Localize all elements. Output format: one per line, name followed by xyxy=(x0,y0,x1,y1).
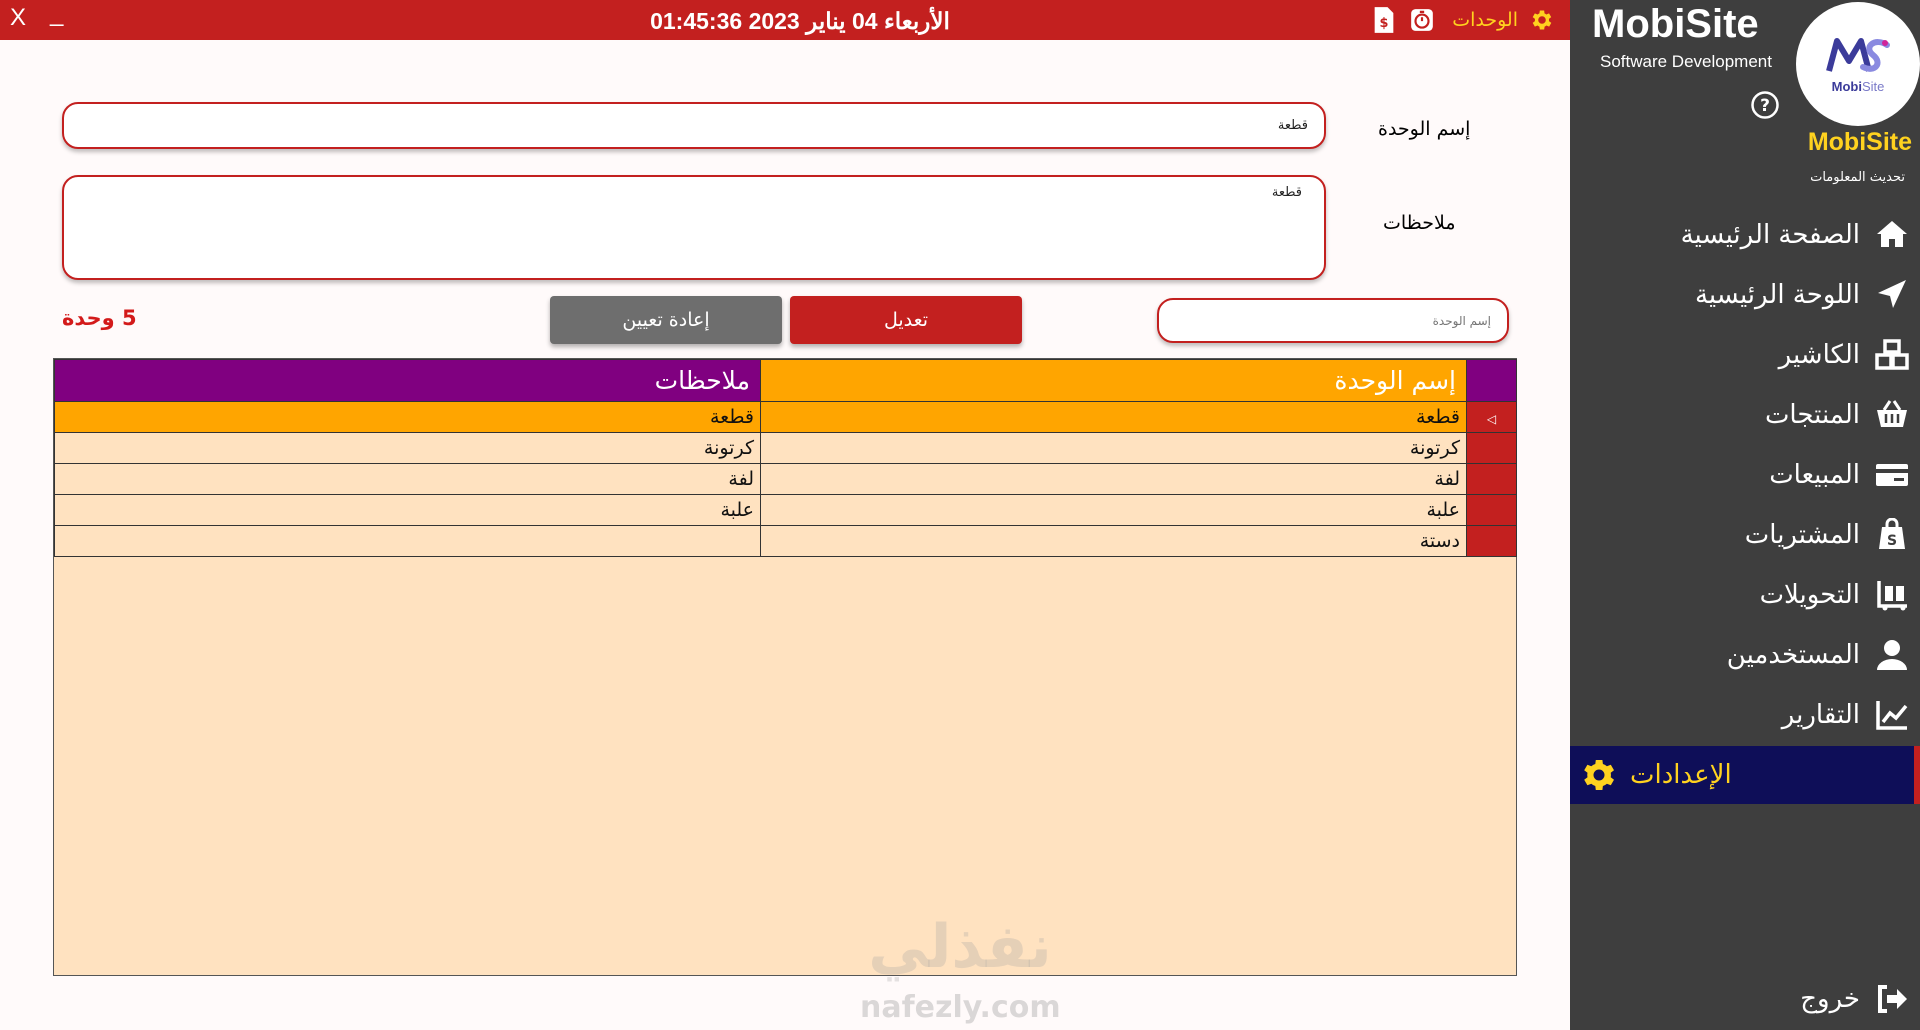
cell-unit-name[interactable]: دستة xyxy=(760,525,1467,557)
svg-text:$: $ xyxy=(1380,16,1389,31)
sidebar-item-shopping-bag[interactable]: S المشتريات xyxy=(1570,506,1920,564)
row-pointer-icon: ◁ xyxy=(1486,412,1497,426)
boxes-icon xyxy=(1872,335,1912,375)
sidebar-item-boxes[interactable]: الكاشير xyxy=(1570,326,1920,384)
help-icon[interactable]: ? xyxy=(1750,90,1780,120)
price-document-icon[interactable]: $ xyxy=(1370,6,1398,34)
sidebar-item-label: المنتجات xyxy=(1764,400,1860,430)
gear-icon xyxy=(1578,755,1618,795)
top-bar: X _ الأربعاء 04 يناير 2023 01:45:36 الوح… xyxy=(0,0,1570,40)
logo-mark-icon xyxy=(1826,37,1890,72)
sidebar-item-label: المشتريات xyxy=(1744,520,1860,550)
cell-notes[interactable]: علبة xyxy=(54,494,761,526)
chart-line-icon xyxy=(1872,695,1912,735)
notes-textarea[interactable]: قطعة xyxy=(62,175,1326,280)
reset-button[interactable]: إعادة تعيين xyxy=(550,296,782,344)
logo-caption-light: Site xyxy=(1861,78,1885,94)
sidebar-item-gear[interactable]: الإعدادات xyxy=(1570,746,1920,804)
cell-notes[interactable]: كرتونة xyxy=(54,432,761,464)
top-bar-icons: الوحدات $ xyxy=(1370,4,1556,36)
main-content: X _ الأربعاء 04 يناير 2023 01:45:36 الوح… xyxy=(0,0,1570,1030)
svg-text:?: ? xyxy=(1760,96,1770,116)
sidebar: MobiSite Software Development MobiSite ?… xyxy=(1570,0,1920,1030)
sidebar-item-label: اللوحة الرئيسية xyxy=(1694,280,1860,310)
sidebar-item-basket[interactable]: المنتجات xyxy=(1570,386,1920,444)
logo-caption: MobiSite xyxy=(1832,79,1885,94)
credit-card-icon xyxy=(1872,455,1912,495)
logo: MobiSite xyxy=(1796,2,1920,126)
sidebar-item-label: التقارير xyxy=(1781,700,1860,730)
sidebar-item-label: التحويلات xyxy=(1759,580,1860,610)
sidebar-item-label: المبيعات xyxy=(1769,460,1860,490)
cell-unit-name[interactable]: لفة xyxy=(760,463,1467,495)
row-selector[interactable] xyxy=(1466,432,1517,464)
dolly-icon xyxy=(1872,575,1912,615)
unit-name-input[interactable] xyxy=(62,102,1326,149)
table-row[interactable]: علبة علبة xyxy=(54,494,1517,526)
row-selector-header xyxy=(1466,359,1517,402)
brand-subtitle: Software Development xyxy=(1600,52,1772,71)
row-selector[interactable] xyxy=(1466,525,1517,557)
edit-button[interactable]: تعديل xyxy=(790,296,1022,344)
unit-name-label: إسم الوحدة xyxy=(1378,118,1471,140)
table-row[interactable]: دستة xyxy=(54,525,1517,557)
sidebar-item-label: الصفحة الرئيسية xyxy=(1680,220,1860,250)
table-row[interactable]: لفة لفة xyxy=(54,463,1517,495)
watermark-latin: nafezly.com xyxy=(860,990,1061,1025)
sidebar-item-chart-line[interactable]: التقارير xyxy=(1570,686,1920,744)
row-selector[interactable] xyxy=(1466,494,1517,526)
cell-unit-name[interactable]: كرتونة xyxy=(760,432,1467,464)
paper-plane-icon xyxy=(1872,275,1912,315)
section-label: الوحدات xyxy=(1452,9,1518,31)
notes-label: ملاحظات xyxy=(1383,212,1456,234)
sidebar-item-paper-plane[interactable]: اللوحة الرئيسية xyxy=(1570,266,1920,324)
sidebar-item-label: الكاشير xyxy=(1778,340,1860,370)
row-selector[interactable]: ◁ xyxy=(1466,401,1517,433)
home-icon xyxy=(1872,215,1912,255)
sidebar-item-credit-card[interactable]: المبيعات xyxy=(1570,446,1920,504)
timer-icon[interactable] xyxy=(1408,6,1436,34)
column-header-unit-name[interactable]: إسم الوحدة xyxy=(760,359,1467,402)
cell-unit-name[interactable]: علبة xyxy=(760,494,1467,526)
grid-header-row: ملاحظات إسم الوحدة xyxy=(54,359,1517,402)
sidebar-item-user[interactable]: المستخدمين xyxy=(1570,626,1920,684)
minimize-window-button[interactable]: _ xyxy=(50,0,63,28)
basket-icon xyxy=(1872,395,1912,435)
sidebar-item-label: الإعدادات xyxy=(1630,760,1732,790)
gear-icon[interactable] xyxy=(1528,6,1556,34)
sidebar-item-label: المستخدمين xyxy=(1726,640,1860,670)
svg-text:S: S xyxy=(1887,533,1897,549)
close-window-button[interactable]: X xyxy=(10,4,26,32)
logout-label: خروج xyxy=(1800,984,1860,1014)
update-info-link[interactable]: تحديث المعلومات xyxy=(1810,170,1905,185)
shopping-bag-icon: S xyxy=(1872,515,1912,555)
sidebar-item-home[interactable]: الصفحة الرئيسية xyxy=(1570,206,1920,264)
table-row[interactable]: قطعة قطعة ◁ xyxy=(54,401,1517,433)
cell-notes[interactable]: لفة xyxy=(54,463,761,495)
table-row[interactable]: كرتونة كرتونة xyxy=(54,432,1517,464)
logout-button[interactable]: خروج xyxy=(1570,970,1920,1028)
row-selector[interactable] xyxy=(1466,463,1517,495)
logo-caption-bold: Mobi xyxy=(1831,78,1862,94)
user-icon xyxy=(1872,635,1912,675)
column-header-notes[interactable]: ملاحظات xyxy=(54,359,761,402)
cell-notes[interactable] xyxy=(54,525,761,557)
unit-count: 5 وحدة xyxy=(62,306,137,330)
brand-name: MobiSite xyxy=(1807,128,1912,156)
search-unit-input[interactable] xyxy=(1157,298,1509,343)
sign-out-icon xyxy=(1872,979,1912,1019)
watermark-arabic: نفذلي xyxy=(868,912,1052,982)
sidebar-item-dolly[interactable]: التحويلات xyxy=(1570,566,1920,624)
cell-notes[interactable]: قطعة xyxy=(54,401,761,433)
units-grid: ملاحظات إسم الوحدة قطعة قطعة ◁ كرتونة كرتونة… xyxy=(53,358,1517,976)
brand-title: MobiSite xyxy=(1592,2,1759,46)
datetime-display: الأربعاء 04 يناير 2023 01:45:36 xyxy=(650,8,950,34)
cell-unit-name[interactable]: قطعة xyxy=(760,401,1467,433)
